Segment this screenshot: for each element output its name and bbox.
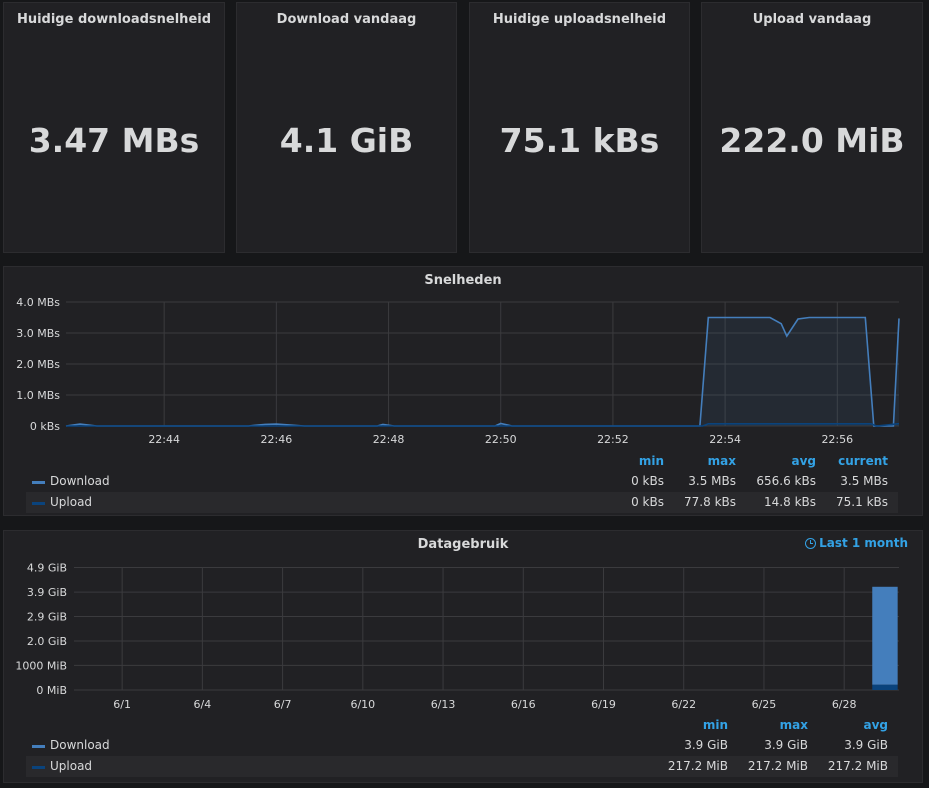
y-tick-label: 3.9 GiB	[27, 586, 67, 599]
x-tick-label: 6/7	[274, 698, 292, 711]
bar-upload	[872, 684, 898, 690]
series-area-download	[66, 317, 899, 426]
stat-value: 222.0 MiB	[719, 121, 905, 160]
y-tick-label: 2.0 MBs	[16, 358, 60, 371]
legend-avg: 14.8 kBs	[764, 495, 816, 509]
legend-max: 3.9 GiB	[764, 738, 808, 752]
series-color-swatch[interactable]	[32, 481, 45, 484]
stat-panel-download-today: Download vandaag 4.1 GiB	[236, 2, 457, 253]
stat-panel-upload-speed: Huidige uploadsnelheid 75.1 kBs	[469, 2, 690, 253]
series-color-swatch[interactable]	[32, 766, 45, 769]
x-tick-label: 6/4	[194, 698, 212, 711]
legend-current: 3.5 MBs	[840, 474, 888, 488]
y-tick-label: 0 kBs	[30, 420, 60, 433]
legend-header-max[interactable]: max	[764, 718, 808, 732]
x-tick-label: 22:56	[821, 433, 853, 446]
series-name[interactable]: Download	[50, 474, 110, 488]
x-tick-label: 22:52	[597, 433, 629, 446]
bar-download	[872, 586, 898, 685]
y-tick-label: 4.9 GiB	[27, 562, 67, 575]
legend-min: 3.9 GiB	[684, 738, 728, 752]
x-tick-label: 6/22	[671, 698, 696, 711]
stat-panel-upload-today: Upload vandaag 222.0 MiB	[701, 2, 923, 253]
stat-title: Upload vandaag	[752, 12, 872, 27]
x-tick-label: 6/1	[113, 698, 131, 711]
legend-avg: 3.9 GiB	[844, 738, 888, 752]
x-tick-label: 22:50	[485, 433, 517, 446]
stat-value: 75.1 kBs	[499, 121, 660, 160]
legend-header-avg[interactable]: avg	[756, 454, 816, 468]
time-range-label: Last 1 month	[819, 536, 908, 550]
x-tick-label: 22:46	[261, 433, 293, 446]
time-range-link[interactable]: Last 1 month	[805, 536, 908, 550]
speeds-panel: Snelheden 0 kBs 1.0 MBs 2.0 MBs 3.0 MBs 4.0 …	[3, 266, 923, 516]
x-tick-label: 22:44	[148, 433, 180, 446]
legend-max: 217.2 MiB	[747, 759, 808, 773]
usage-panel: Datagebruik Last 1 month 0 MiB 1000 MiB 2.…	[3, 530, 923, 783]
stat-panel-download-speed: Huidige downloadsnelheid 3.47 MBs	[3, 2, 225, 253]
legend-max: 3.5 MBs	[688, 474, 736, 488]
series-name[interactable]: Upload	[50, 759, 92, 773]
x-tick-label: 6/28	[832, 698, 857, 711]
panel-title[interactable]: Snelheden	[4, 273, 922, 288]
legend-avg: 217.2 MiB	[827, 759, 888, 773]
y-tick-label: 3.0 MBs	[16, 327, 60, 340]
legend-header-max[interactable]: max	[684, 454, 736, 468]
y-tick-label: 1000 MiB	[15, 659, 67, 672]
series-name[interactable]: Download	[50, 738, 110, 752]
legend-current: 75.1 kBs	[836, 495, 888, 509]
x-tick-label: 6/25	[752, 698, 777, 711]
series-name[interactable]: Upload	[50, 495, 92, 509]
legend-avg: 656.6 kBs	[756, 474, 816, 488]
stat-title: Download vandaag	[276, 12, 417, 27]
y-tick-label: 1.0 MBs	[16, 389, 60, 402]
legend-row-download[interactable]: Download 3.9 GiB 3.9 GiB 3.9 GiB	[26, 735, 898, 756]
stat-value: 4.1 GiB	[279, 121, 414, 160]
x-tick-label: 6/16	[511, 698, 536, 711]
x-tick-label: 6/19	[591, 698, 616, 711]
panel-title[interactable]: Datagebruik	[4, 537, 922, 552]
legend-header-min[interactable]: min	[624, 454, 664, 468]
legend-row-upload[interactable]: Upload 217.2 MiB 217.2 MiB 217.2 MiB	[26, 756, 898, 777]
x-tick-label: 22:48	[373, 433, 405, 446]
series-color-swatch[interactable]	[32, 502, 45, 505]
y-tick-label: 2.0 GiB	[27, 635, 67, 648]
x-tick-label: 6/10	[350, 698, 375, 711]
stat-title: Huidige downloadsnelheid	[16, 12, 212, 27]
stat-value: 3.47 MBs	[28, 121, 200, 160]
legend-min: 0 kBs	[631, 495, 664, 509]
legend-header-current[interactable]: current	[824, 454, 888, 468]
y-tick-label: 0 MiB	[36, 684, 67, 697]
x-tick-label: 22:54	[709, 433, 741, 446]
y-tick-label: 2.9 GiB	[27, 610, 67, 623]
series-color-swatch[interactable]	[32, 745, 45, 748]
legend-min: 217.2 MiB	[667, 759, 728, 773]
legend-header-min[interactable]: min	[684, 718, 728, 732]
legend-header-avg[interactable]: avg	[844, 718, 888, 732]
y-tick-label: 4.0 MBs	[16, 296, 60, 309]
stat-title: Huidige uploadsnelheid	[492, 12, 667, 27]
legend-max: 77.8 kBs	[684, 495, 736, 509]
x-tick-label: 6/13	[431, 698, 456, 711]
legend-row-upload[interactable]: Upload 0 kBs 77.8 kBs 14.8 kBs 75.1 kBs	[26, 492, 898, 513]
legend-min: 0 kBs	[631, 474, 664, 488]
clock-icon	[805, 537, 817, 549]
legend-row-download[interactable]: Download 0 kBs 3.5 MBs 656.6 kBs 3.5 MBs	[26, 471, 898, 492]
